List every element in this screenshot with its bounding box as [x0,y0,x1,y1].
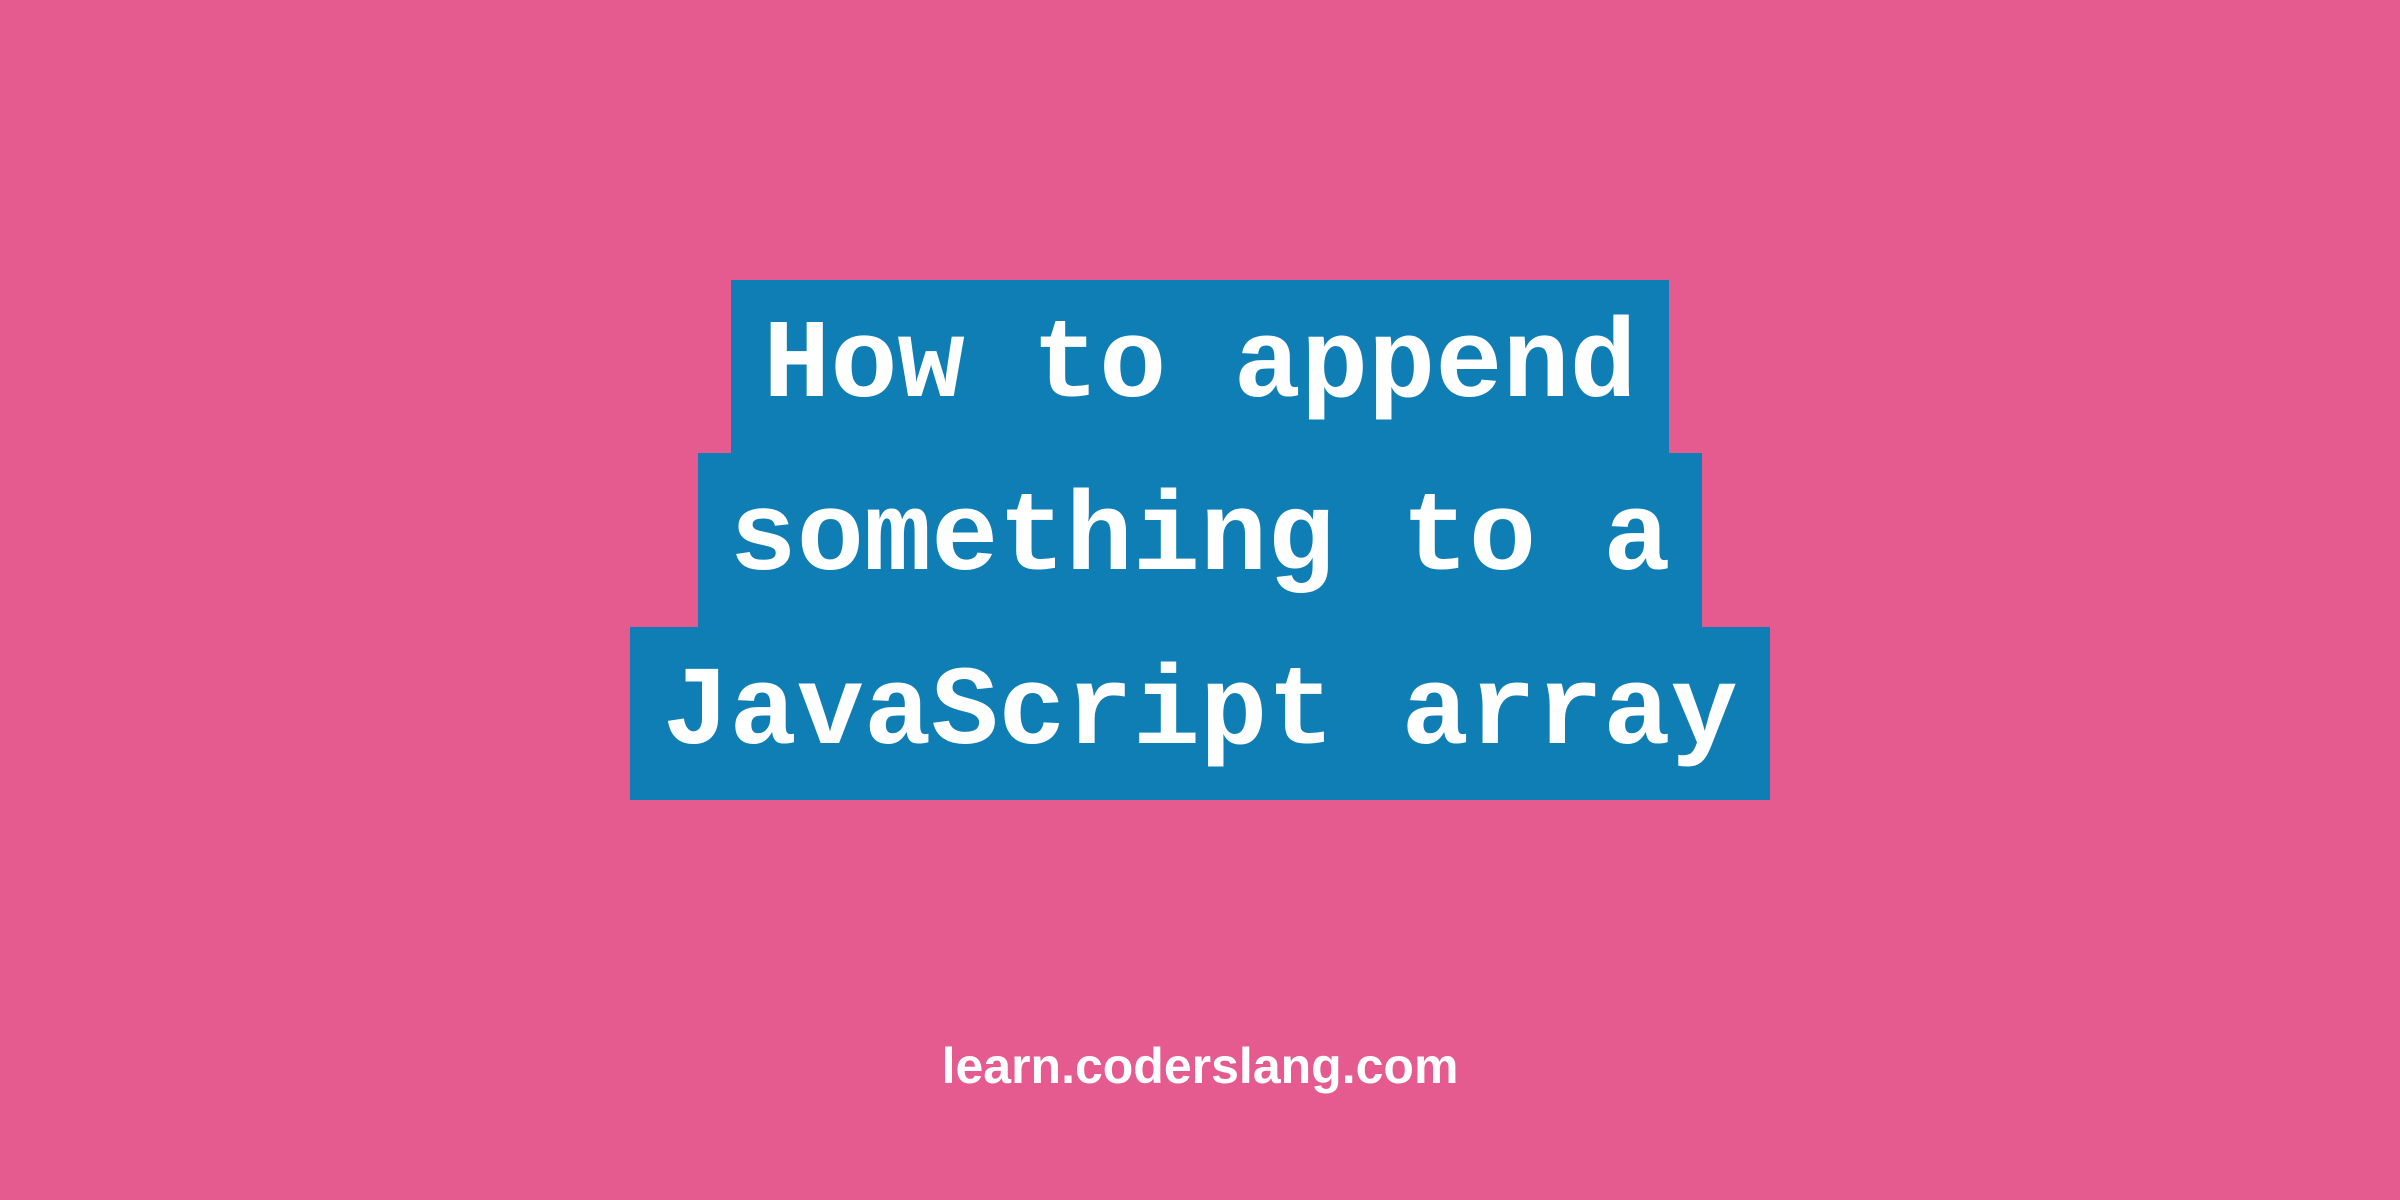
title-line-2: something to a [698,453,1703,627]
title-container: How to append something to a JavaScript … [630,280,1769,801]
title-line-1: How to append [731,280,1669,454]
title-line-3: JavaScript array [630,627,1769,801]
subtitle-url: learn.coderslang.com [942,1037,1459,1095]
